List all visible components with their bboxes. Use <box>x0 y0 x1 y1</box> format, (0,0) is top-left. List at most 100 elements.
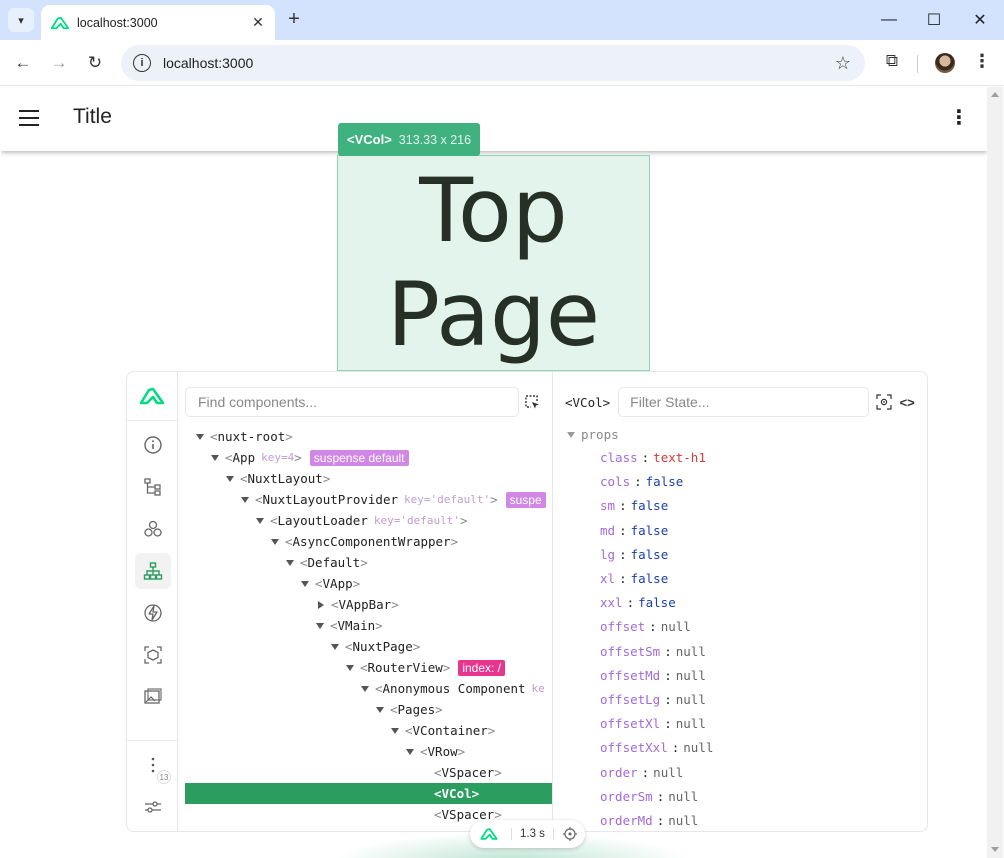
tree-node-default[interactable]: < Default > <box>286 552 368 573</box>
tree-node-vmain[interactable]: < VMain > <box>316 615 383 636</box>
tree-node-vrow[interactable]: < VRow > <box>406 741 465 762</box>
collapsed-caret-icon[interactable] <box>318 600 324 609</box>
browser-tab[interactable]: localhost:3000 ✕ <box>41 5 275 40</box>
prop-value[interactable]: null <box>676 692 706 707</box>
maximize-icon[interactable]: ☐ <box>922 8 946 32</box>
expand-caret-icon[interactable] <box>361 685 369 692</box>
tree-node-vcol[interactable]: < VCol > <box>434 783 479 804</box>
settings-sliders-icon[interactable] <box>135 789 171 825</box>
expand-caret-icon[interactable] <box>376 706 384 713</box>
devtools-toggle[interactable]: 1.3 s <box>470 820 585 848</box>
address-bar[interactable]: i localhost:3000 ☆ <box>121 45 865 81</box>
prop-row-md[interactable]: md: false <box>600 520 668 541</box>
page-scrollbar[interactable] <box>987 87 1003 858</box>
tree-node-nuxt-root[interactable]: < nuxt-root > <box>196 426 293 447</box>
prop-value[interactable]: null <box>676 668 706 683</box>
tree-node-nuxtpage[interactable]: < NuxtPage > <box>331 636 420 657</box>
prop-row-offsetlg[interactable]: offsetLg: null <box>600 689 706 710</box>
prop-row-ordersm[interactable]: orderSm: null <box>600 786 698 807</box>
hamburger-menu-icon[interactable] <box>19 110 39 126</box>
pages-tree-icon[interactable] <box>135 469 171 505</box>
prop-row-offsetmd[interactable]: offsetMd: null <box>600 665 706 686</box>
prop-value[interactable]: false <box>631 523 669 538</box>
prop-row-sm[interactable]: sm: false <box>600 495 668 516</box>
prop-row-cols[interactable]: cols: false <box>600 471 683 492</box>
props-section-header[interactable]: props <box>567 427 619 442</box>
window-close-icon[interactable]: ✕ <box>968 8 992 32</box>
expand-caret-icon[interactable] <box>241 496 249 503</box>
info-icon[interactable] <box>135 427 171 463</box>
close-tab-icon[interactable]: ✕ <box>247 12 269 34</box>
tree-node-vspacer[interactable]: < VSpacer > <box>434 762 502 783</box>
expand-caret-icon[interactable] <box>346 664 354 671</box>
expand-caret-icon[interactable] <box>331 643 339 650</box>
tree-node-app[interactable]: < App key=4 > suspense default <box>211 447 409 468</box>
tree-node-nuxtlayout[interactable]: < NuxtLayout > <box>226 468 330 489</box>
new-tab-button[interactable]: + <box>284 8 304 30</box>
profile-avatar[interactable] <box>935 53 955 73</box>
prop-value[interactable]: text-h1 <box>653 450 706 465</box>
prop-row-ordermd[interactable]: orderMd: null <box>600 810 698 831</box>
chrome-menu-icon[interactable]: ⋮ <box>972 51 992 75</box>
prop-row-offsetsm[interactable]: offsetSm: null <box>600 641 706 662</box>
prop-value[interactable]: null <box>676 644 706 659</box>
vcol-highlight[interactable]: Top Page <box>337 155 650 371</box>
prop-value[interactable]: null <box>668 789 698 804</box>
scroll-up-icon[interactable] <box>991 92 999 97</box>
prop-row-xl[interactable]: xl: false <box>600 568 668 589</box>
find-components-input[interactable]: Find components... <box>185 387 519 417</box>
filter-state-input[interactable]: Filter State... <box>618 387 870 417</box>
expand-caret-icon[interactable] <box>226 475 234 482</box>
component-tree-icon[interactable] <box>135 553 171 589</box>
expand-caret-icon[interactable] <box>271 538 279 545</box>
expand-caret-icon[interactable] <box>256 517 264 524</box>
components-icon[interactable] <box>135 511 171 547</box>
select-component-icon[interactable] <box>523 393 541 411</box>
back-icon[interactable]: ← <box>11 51 35 75</box>
scroll-down-icon[interactable] <box>991 847 999 852</box>
prop-value[interactable]: false <box>631 547 669 562</box>
expand-caret-icon[interactable] <box>301 580 309 587</box>
prop-row-offsetxl[interactable]: offsetXl: null <box>600 713 706 734</box>
prop-value[interactable]: null <box>668 813 698 828</box>
tree-node-routerview[interactable]: < RouterView > index: / <box>346 657 506 678</box>
prop-value[interactable]: null <box>661 619 691 634</box>
tree-node-asynccomponentwrapper[interactable]: < AsyncComponentWrapper > <box>271 531 458 552</box>
component-inspector-icon[interactable] <box>562 826 578 842</box>
url-text[interactable]: localhost:3000 <box>163 55 835 71</box>
prop-row-offset[interactable]: offset: null <box>600 616 691 637</box>
nuxt-logo-icon[interactable] <box>139 386 165 406</box>
extensions-icon[interactable]: ⧉ <box>880 51 904 75</box>
inspect-icon[interactable] <box>135 637 171 673</box>
expand-caret-icon[interactable] <box>406 748 414 755</box>
scroll-to-component-icon[interactable] <box>876 394 892 410</box>
site-info-icon[interactable]: i <box>133 54 151 72</box>
prop-value[interactable]: null <box>683 740 713 755</box>
minimize-icon[interactable]: — <box>877 8 901 32</box>
bookmark-star-icon[interactable]: ☆ <box>835 53 851 74</box>
tree-node-pages[interactable]: < Pages > <box>376 699 443 720</box>
reload-icon[interactable]: ↻ <box>83 51 107 75</box>
expand-caret-icon[interactable] <box>391 727 399 734</box>
prop-value[interactable]: null <box>653 765 683 780</box>
tree-node-vapp[interactable]: < VApp > <box>301 573 360 594</box>
app-more-icon[interactable]: ⋮ <box>949 105 969 129</box>
forward-icon[interactable]: → <box>47 51 71 75</box>
tree-node-nuxtlayoutprovider[interactable]: < NuxtLayoutProvider key='default' > suspe <box>241 489 546 510</box>
prop-value[interactable]: false <box>646 474 684 489</box>
expand-caret-icon[interactable] <box>286 559 294 566</box>
tree-node-vcontainer[interactable]: < VContainer > <box>391 720 495 741</box>
expand-caret-icon[interactable] <box>196 433 204 440</box>
open-in-editor-icon[interactable]: <> <box>899 394 915 410</box>
prop-value[interactable]: false <box>631 571 669 586</box>
prop-row-order[interactable]: order: null <box>600 762 683 783</box>
tree-node-vappbar[interactable]: < VAppBar > <box>316 594 399 615</box>
expand-caret-icon[interactable] <box>211 454 219 461</box>
tree-node-anonymous-component[interactable]: < Anonymous Component ke <box>361 678 545 699</box>
prop-row-xxl[interactable]: xxl: false <box>600 592 676 613</box>
image-icon[interactable] <box>135 679 171 715</box>
prop-value[interactable]: false <box>638 595 676 610</box>
prop-row-lg[interactable]: lg: false <box>600 544 668 565</box>
expand-caret-icon[interactable] <box>316 622 324 629</box>
prop-value[interactable]: null <box>676 716 706 731</box>
